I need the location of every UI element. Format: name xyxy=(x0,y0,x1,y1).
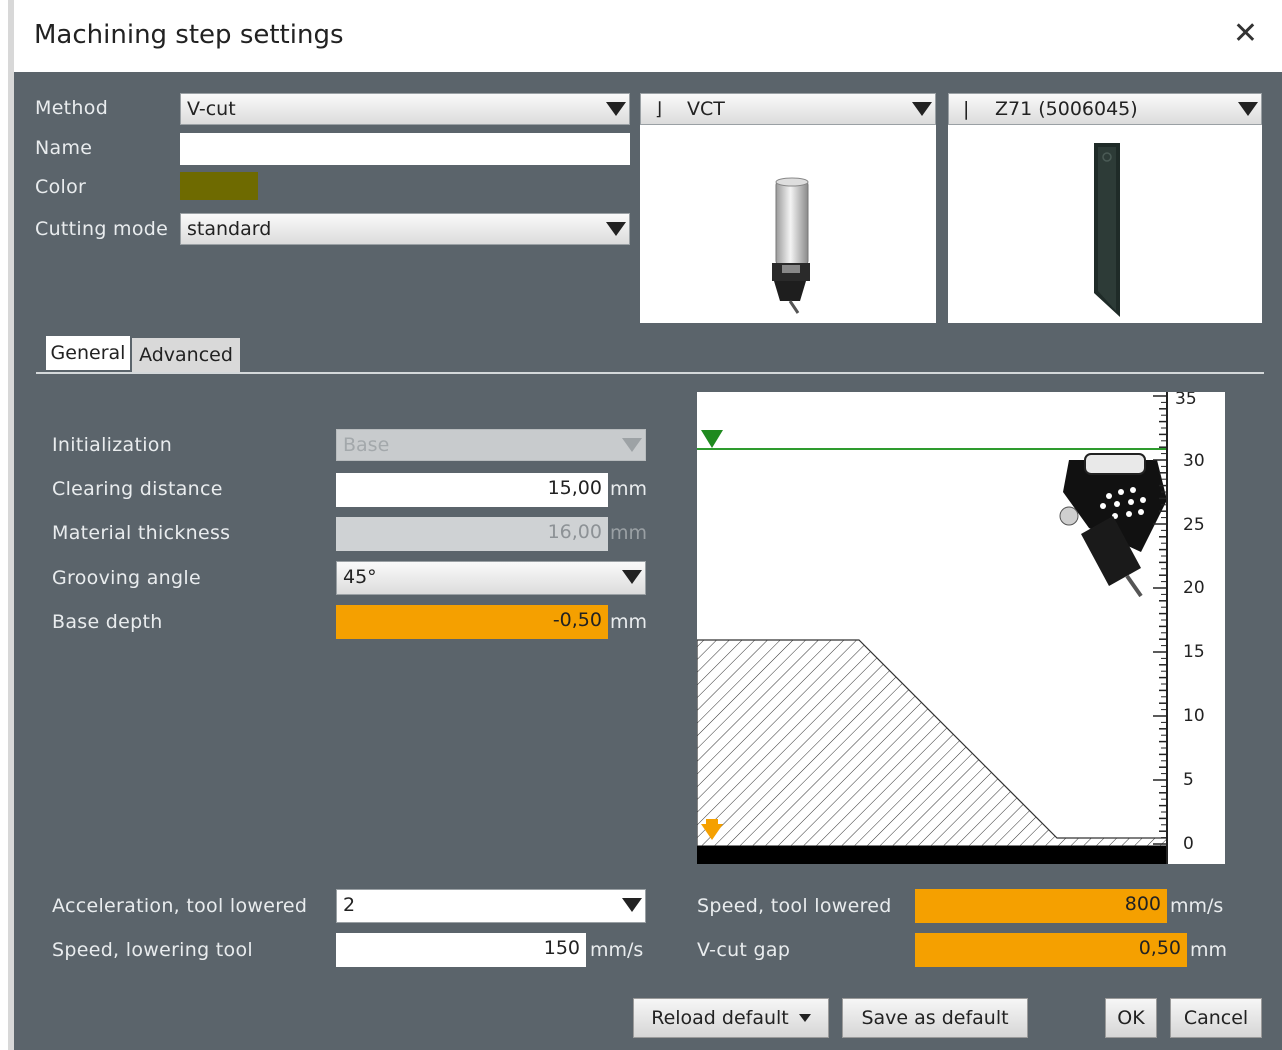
base-depth-value: -0,50 xyxy=(552,609,602,631)
settings-panel: Method V-cut Name Color Cutting mode sta… xyxy=(14,72,1282,1050)
caret-down-icon xyxy=(798,1014,811,1022)
cancel-button[interactable]: Cancel xyxy=(1170,998,1262,1038)
grooving-angle-dropdown[interactable]: 45° xyxy=(336,561,646,595)
chevron-down-icon xyxy=(619,890,645,920)
vcut-gap-label: V-cut gap xyxy=(697,939,791,961)
cutting-mode-label: Cutting mode xyxy=(35,218,169,240)
groove-preview-svg: 35 30 25 20 15 10 5 0 xyxy=(696,389,1205,864)
vcut-gap-input[interactable]: 0,50 xyxy=(915,933,1187,967)
material-thickness-value: 16,00 xyxy=(547,521,602,543)
tool-value: VCT xyxy=(687,98,725,120)
acceleration-dropdown[interactable]: 2 xyxy=(336,889,646,923)
blade-value: Z71 (5006045) xyxy=(995,98,1138,120)
chevron-down-icon xyxy=(1235,94,1261,124)
blade-dropdown[interactable]: | Z71 (5006045) xyxy=(948,93,1262,125)
speed-lowered-label: Speed, tool lowered xyxy=(697,895,892,917)
machine-table xyxy=(697,846,1167,864)
base-depth-unit: mm xyxy=(610,611,648,633)
cutting-mode-dropdown[interactable]: standard xyxy=(180,213,630,245)
grooving-angle-value: 45° xyxy=(343,566,377,588)
tool-dropdown[interactable]: ⌋ VCT xyxy=(640,93,936,125)
initialization-label: Initialization xyxy=(52,434,173,456)
speed-lowering-value: 150 xyxy=(543,937,580,959)
chevron-down-icon xyxy=(909,94,935,124)
speed-lowering-label: Speed, lowering tool xyxy=(52,939,253,961)
tab-advanced[interactable]: Advanced xyxy=(132,338,240,372)
scale-label: 20 xyxy=(1183,578,1205,598)
blade-preview xyxy=(948,125,1262,323)
color-label: Color xyxy=(35,176,87,198)
blade-icon xyxy=(1094,143,1120,317)
initialization-value: Base xyxy=(343,434,390,456)
tab-divider xyxy=(36,372,1264,374)
clearing-distance-input[interactable]: 15,00 xyxy=(336,473,608,507)
reload-default-label: Reload default xyxy=(651,1007,789,1029)
cutting-mode-value: standard xyxy=(187,218,272,240)
initialization-dropdown[interactable]: Base xyxy=(336,429,646,461)
blade-type-icon: | xyxy=(963,98,970,120)
speed-lowered-unit: mm/s xyxy=(1170,895,1224,917)
material-section xyxy=(696,639,1168,847)
clearing-distance-value: 15,00 xyxy=(547,477,602,499)
tool-head-icon xyxy=(1059,453,1167,598)
depth-ruler: 35 30 25 20 15 10 5 0 xyxy=(1153,389,1205,864)
method-label: Method xyxy=(35,97,109,119)
ok-button[interactable]: OK xyxy=(1105,998,1157,1038)
dialog-title: Machining step settings xyxy=(34,20,344,50)
method-dropdown[interactable]: V-cut xyxy=(180,93,630,125)
vcut-gap-unit: mm xyxy=(1190,939,1228,961)
grooving-angle-label: Grooving angle xyxy=(52,567,201,589)
speed-lowered-input[interactable]: 800 xyxy=(915,889,1167,923)
tab-general[interactable]: General xyxy=(46,336,130,370)
title-bar: Machining step settings ✕ xyxy=(14,0,1282,72)
material-thickness-unit: mm xyxy=(610,522,648,544)
base-depth-label: Base depth xyxy=(52,611,163,633)
scale-label: 25 xyxy=(1183,515,1205,535)
tool-preview xyxy=(640,125,936,323)
scale-label: 5 xyxy=(1183,770,1194,790)
chevron-down-icon xyxy=(619,562,645,592)
scale-label: 0 xyxy=(1183,834,1194,854)
acceleration-value: 2 xyxy=(343,894,356,916)
name-label: Name xyxy=(35,137,93,159)
tool-type-icon: ⌋ xyxy=(655,99,663,120)
method-value: V-cut xyxy=(187,98,236,120)
close-icon[interactable]: ✕ xyxy=(1233,16,1258,51)
groove-preview: 35 30 25 20 15 10 5 0 xyxy=(696,389,1225,864)
material-thickness-input[interactable]: 16,00 xyxy=(336,517,608,551)
surface-marker-icon xyxy=(701,430,723,448)
base-depth-input[interactable]: -0,50 xyxy=(336,605,608,639)
vcut-gap-value: 0,50 xyxy=(1138,937,1181,959)
chevron-down-icon xyxy=(603,214,629,244)
chevron-down-icon xyxy=(619,430,645,460)
speed-lowered-value: 800 xyxy=(1124,893,1161,915)
router-tool-icon xyxy=(772,177,810,314)
scale-label: 35 xyxy=(1175,392,1197,409)
clearing-distance-unit: mm xyxy=(610,478,648,500)
chevron-down-icon xyxy=(603,94,629,124)
clearing-distance-label: Clearing distance xyxy=(52,478,223,500)
acceleration-label: Acceleration, tool lowered xyxy=(52,895,308,917)
speed-lowering-input[interactable]: 150 xyxy=(336,933,586,967)
reload-default-button[interactable]: Reload default xyxy=(633,998,829,1038)
speed-lowering-unit: mm/s xyxy=(590,939,644,961)
dialog-window: Machining step settings ✕ Method V-cut N… xyxy=(0,0,1282,1050)
scale-label: 10 xyxy=(1183,706,1205,726)
save-as-default-button[interactable]: Save as default xyxy=(842,998,1028,1038)
scale-label: 15 xyxy=(1183,642,1205,662)
name-input[interactable] xyxy=(180,133,630,165)
material-thickness-label: Material thickness xyxy=(52,522,231,544)
scale-label: 30 xyxy=(1183,451,1205,471)
color-swatch[interactable] xyxy=(180,172,258,200)
